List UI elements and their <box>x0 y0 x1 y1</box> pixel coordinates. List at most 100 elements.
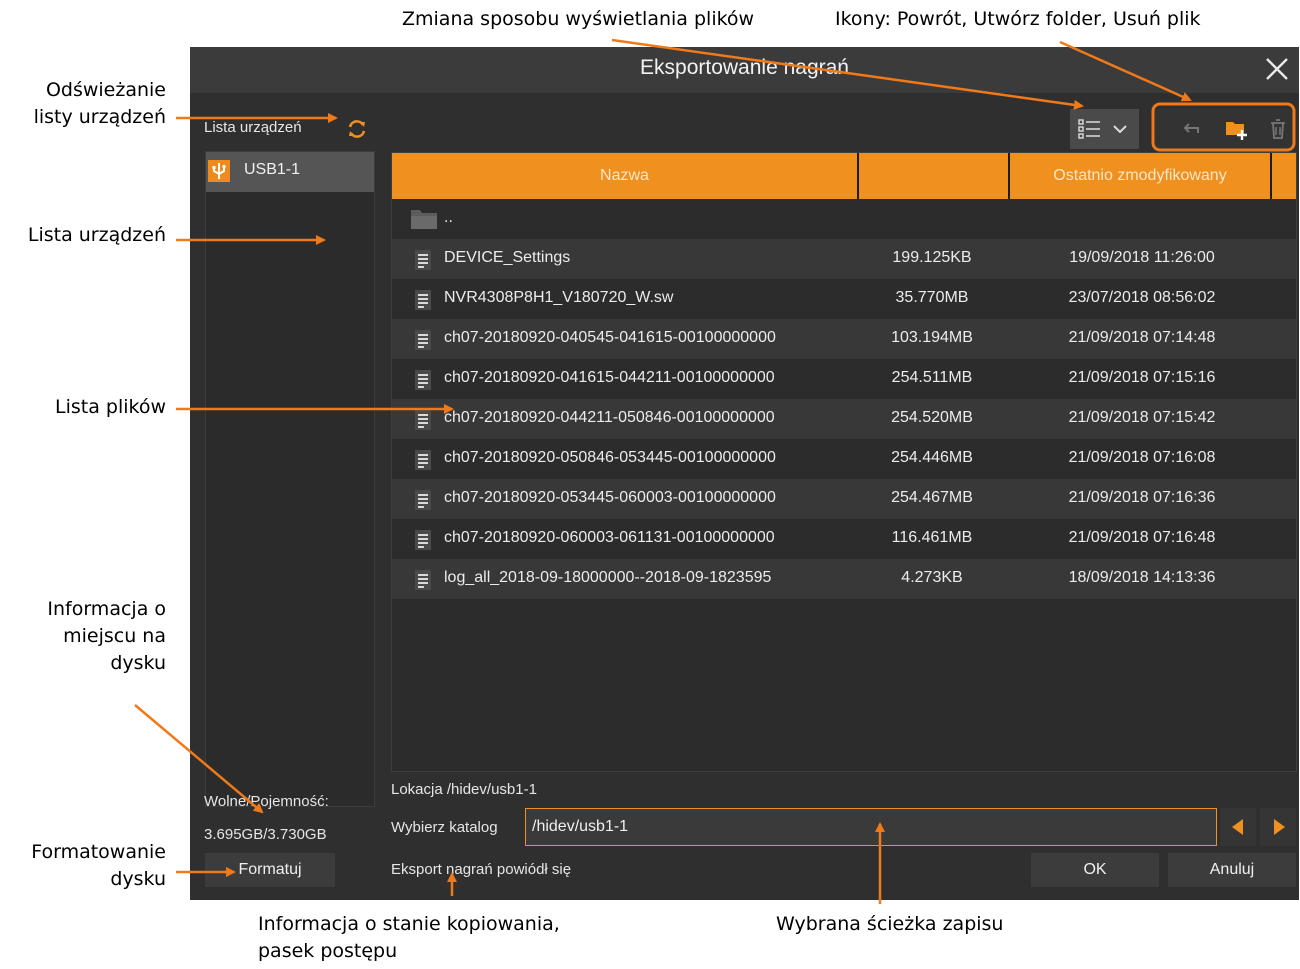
file-toolbar <box>1155 109 1295 149</box>
device-list-label: Lista urządzeń <box>204 119 302 136</box>
close-icon[interactable] <box>1263 55 1291 83</box>
directory-path-field[interactable]: /hidev/usb1-1 <box>525 808 1217 846</box>
choose-dir-label: Wybierz katalog <box>391 819 498 836</box>
location-label: Lokacja /hidev/usb1-1 <box>391 781 537 798</box>
table-row[interactable]: ch07-20180920-044211-050846-00100000000 2… <box>392 399 1296 439</box>
annotation-refresh-line1: Odświeżanie <box>45 79 166 101</box>
file-name: NVR4308P8H1_V180720_W.sw <box>444 289 674 306</box>
file-date: 21/09/2018 07:15:16 <box>1068 369 1216 386</box>
file-icon <box>414 449 432 471</box>
column-separator[interactable] <box>1270 153 1272 199</box>
file-name: ch07-20180920-053445-060003-00100000000 <box>444 489 776 506</box>
file-name: ch07-20180920-041615-044211-00100000000 <box>444 369 775 386</box>
file-name: log_all_2018-09-18000000--2018-09-182359… <box>444 569 772 586</box>
file-size: 254.467MB <box>891 489 973 506</box>
table-header: Nazwa Ostatnio zmodyfikowany <box>392 153 1296 199</box>
export-status: Eksport nagrań powiódł się <box>391 861 572 878</box>
column-header-modified[interactable]: Ostatnio zmodyfikowany <box>1010 167 1270 185</box>
prev-dir-button[interactable] <box>1220 808 1256 846</box>
refresh-icon[interactable] <box>346 118 368 140</box>
file-icon <box>414 369 432 391</box>
capacity-value: 3.695GB/3.730GB <box>204 826 327 843</box>
file-icon <box>414 249 432 271</box>
file-list: Nazwa Ostatnio zmodyfikowany .. DEVICE_S… <box>391 152 1297 772</box>
table-row[interactable]: DEVICE_Settings 199.125KB 19/09/2018 11:26… <box>392 239 1296 279</box>
parent-dir-label: .. <box>444 209 453 226</box>
chevron-down-icon <box>1111 121 1129 137</box>
annotation-refresh-line2: listy urządzeń <box>33 106 166 128</box>
file-date: 21/09/2018 07:16:48 <box>1068 529 1216 546</box>
arrow-right-icon <box>1271 818 1287 836</box>
annotation-disk-info-2: miejscu na <box>63 625 166 647</box>
arrow-left-icon <box>1230 818 1246 836</box>
usb-icon <box>208 160 230 182</box>
format-button[interactable]: Formatuj <box>205 853 335 887</box>
annotation-file-list: Lista plików <box>54 396 166 418</box>
trash-icon[interactable] <box>1268 118 1288 140</box>
file-name: ch07-20180920-060003-061131-00100000000 <box>444 529 775 546</box>
cancel-button[interactable]: Anuluj <box>1168 853 1296 887</box>
file-date: 21/09/2018 07:15:42 <box>1068 409 1216 426</box>
file-date: 21/09/2018 07:14:48 <box>1068 329 1216 346</box>
annotation-format-2: dysku <box>110 868 166 890</box>
file-date: 21/09/2018 07:16:36 <box>1068 489 1216 506</box>
view-mode-selector[interactable] <box>1070 109 1139 149</box>
file-name: ch07-20180920-050846-053445-00100000000 <box>444 449 776 466</box>
table-row[interactable]: NVR4308P8H1_V180720_W.sw 35.770MB 23/07/20… <box>392 279 1296 319</box>
annotation-disk-info-3: dysku <box>110 652 166 674</box>
file-date: 19/09/2018 11:26:00 <box>1069 249 1215 266</box>
annotation-disk-info: Informacja o miejscu na dysku <box>0 596 166 677</box>
file-size: 254.520MB <box>891 409 973 426</box>
column-separator[interactable] <box>857 153 859 199</box>
column-header-name[interactable]: Nazwa <box>392 167 857 185</box>
annotation-status-2: pasek postępu <box>258 940 398 962</box>
table-row[interactable]: ch07-20180920-060003-061131-00100000000 1… <box>392 519 1296 559</box>
file-icon <box>414 529 432 551</box>
file-size: 116.461MB <box>891 529 973 546</box>
back-icon[interactable] <box>1181 119 1201 139</box>
file-name: ch07-20180920-040545-041615-00100000000 <box>444 329 776 346</box>
annotation-disk-info-1: Informacja o <box>47 598 166 620</box>
annotation-device-list: Lista urządzeń <box>27 224 166 246</box>
file-date: 21/09/2018 07:16:08 <box>1068 449 1216 466</box>
list-view-icon <box>1078 118 1102 140</box>
file-date: 23/07/2018 08:56:02 <box>1068 289 1216 306</box>
device-list: USB1-1 <box>205 151 375 807</box>
file-size: 103.194MB <box>891 329 973 346</box>
file-size: 35.770MB <box>895 289 969 306</box>
file-icon <box>414 489 432 511</box>
table-row[interactable]: ch07-20180920-053445-060003-00100000000 2… <box>392 479 1296 519</box>
export-dialog: Eksportowanie nagrań Lista urządzeń USB1… <box>190 47 1299 900</box>
file-name: ch07-20180920-044211-050846-00100000000 <box>444 409 775 426</box>
file-size: 4.273KB <box>901 569 963 586</box>
device-item-label: USB1-1 <box>244 161 301 178</box>
annotation-format-1: Formatowanie <box>31 841 166 863</box>
file-size: 199.125KB <box>892 249 972 266</box>
file-icon <box>414 569 432 591</box>
new-folder-icon[interactable] <box>1224 117 1248 141</box>
next-dir-button[interactable] <box>1260 808 1296 846</box>
table-row[interactable]: ch07-20180920-041615-044211-00100000000 2… <box>392 359 1296 399</box>
table-row[interactable]: log_all_2018-09-18000000--2018-09-182359… <box>392 559 1296 599</box>
table-row[interactable]: ch07-20180920-040545-041615-00100000000 1… <box>392 319 1296 359</box>
file-icon <box>414 329 432 351</box>
annotation-status: Informacja o stanie kopiowania, pasek po… <box>258 911 560 965</box>
capacity-label: Wolne/Pojemność: <box>204 793 329 810</box>
ok-button[interactable]: OK <box>1031 853 1159 887</box>
folder-icon <box>410 207 438 231</box>
file-icon <box>414 409 432 431</box>
parent-dir-row[interactable]: .. <box>392 199 1296 239</box>
title-bar: Eksportowanie nagrań <box>190 47 1299 93</box>
file-size: 254.511MB <box>891 369 973 386</box>
annotation-path: Wybrana ścieżka zapisu <box>776 913 1004 935</box>
device-item-usb1-1[interactable]: USB1-1 <box>206 152 374 192</box>
dialog-title: Eksportowanie nagrań <box>640 56 849 79</box>
annotation-format: Formatowanie dysku <box>0 839 166 893</box>
annotation-refresh: Odświeżanie listy urządzeń <box>0 77 166 131</box>
annotation-view-mode: Zmiana sposobu wyświetlania plików <box>402 8 755 30</box>
table-row[interactable]: ch07-20180920-050846-053445-00100000000 2… <box>392 439 1296 479</box>
file-date: 18/09/2018 14:13:36 <box>1068 569 1216 586</box>
annotation-status-1: Informacja o stanie kopiowania, <box>258 913 560 935</box>
file-icon <box>414 289 432 311</box>
file-size: 254.446MB <box>891 449 973 466</box>
